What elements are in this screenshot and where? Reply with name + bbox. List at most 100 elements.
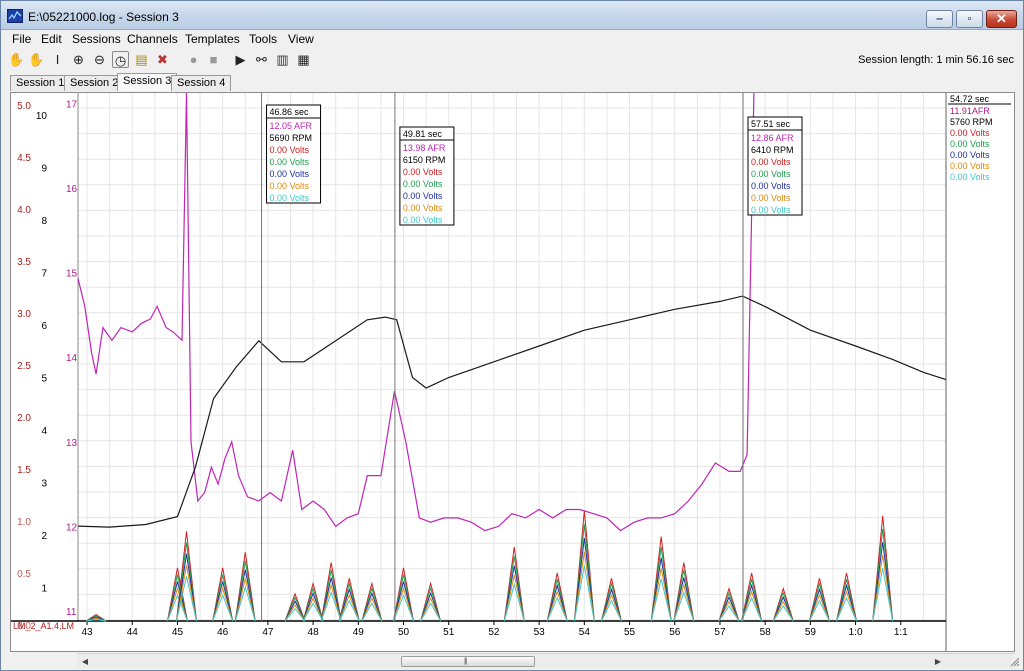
binoculars-icon[interactable]: ⚯ [253, 51, 270, 68]
scrollbar-thumb[interactable]: ||| [401, 656, 535, 667]
x-axis-tick-label: 59 [805, 627, 817, 638]
record-icon[interactable]: ● [185, 51, 202, 68]
x-axis-tick-label: 45 [172, 627, 184, 638]
text-cursor-icon[interactable]: I [49, 51, 66, 68]
x-axis-tick-label: 52 [488, 627, 500, 638]
y-axis-rpm-tick: 6 [41, 321, 47, 332]
tab-session-1[interactable]: Session 1 [10, 75, 71, 91]
y-axis-rpm-tick: 10 [36, 111, 48, 122]
x-axis-tick-label: 1:1 [894, 627, 908, 638]
maximize-icon: ▫ [967, 13, 972, 25]
menu-file[interactable]: File [12, 32, 31, 46]
x-axis-tick-label: 58 [760, 627, 772, 638]
minimize-icon: ‒ [936, 13, 943, 25]
horizontal-scrollbar[interactable]: ◀ ||| ▶ [77, 653, 1015, 668]
x-axis-channel-label: LM_2_A1.4,LM [13, 621, 74, 631]
y-axis-afr-tick: 15 [66, 269, 78, 280]
y-axis-volts-tick: 3.0 [17, 309, 31, 320]
menu-tools[interactable]: Tools [249, 32, 277, 46]
cursor-time-label: 46.86 sec [270, 107, 310, 117]
menu-sessions[interactable]: Sessions [72, 32, 121, 46]
legend-item: 0.00 Volts [950, 161, 990, 171]
scroll-right-icon[interactable]: ▶ [932, 656, 944, 667]
cursor-reading: 0.00 Volts [403, 215, 443, 225]
play-icon[interactable]: ▶ [232, 51, 249, 68]
y-axis-rpm-tick: 1 [41, 584, 47, 595]
tab-session-2[interactable]: Session 2 [64, 75, 125, 91]
hand-icon[interactable]: ✋ [8, 51, 25, 68]
session-length-label: Session length: 1 min 56.16 sec [858, 54, 1014, 66]
x-axis-tick-label: 44 [127, 627, 139, 638]
cursor-reading: 0.00 Volts [751, 157, 791, 167]
cursor-reading: 0.00 Volts [403, 167, 443, 177]
legend-item: 0.00 Volts [950, 172, 990, 182]
tab-session-4[interactable]: Session 4 [171, 75, 232, 91]
cross-icon[interactable]: ✖ [154, 51, 171, 68]
title-bar[interactable]: E:\05221000.log - Session 3 ‒ ▫ ✕ [1, 1, 1023, 30]
y-axis-volts-tick: 5.0 [17, 101, 31, 112]
cursor-reading: 0.00 Volts [270, 181, 310, 191]
cursor-reading: 0.00 Volts [270, 169, 310, 179]
y-axis-rpm-tick: 8 [41, 216, 47, 227]
close-button[interactable]: ✕ [986, 10, 1017, 28]
grid-icon[interactable]: ▦ [295, 51, 312, 68]
menu-channels[interactable]: Channels [127, 32, 178, 46]
grip-icon: ||| [464, 658, 468, 665]
y-axis-volts-tick: 2.0 [17, 413, 31, 424]
cursor-reading: 0.00 Volts [403, 179, 443, 189]
menu-edit[interactable]: Edit [41, 32, 62, 46]
minimize-button[interactable]: ‒ [926, 10, 953, 28]
session-tabs: Session 1 Session 2 Session 3 Session 4 [2, 73, 1022, 91]
y-axis-afr-tick: 13 [66, 438, 78, 449]
y-axis-volts-tick: 0.5 [17, 569, 31, 580]
cursor-reading: 6150 RPM [403, 155, 446, 165]
chart-plot-area[interactable]: 5.0 4.5 4.0 3.5 3.0 2.5 2.0 1.5 1.0 0.5 0.0 10 9 8 7 6 5… [10, 92, 1015, 652]
application-window: E:\05221000.log - Session 3 ‒ ▫ ✕ File E… [0, 0, 1024, 671]
cursor-reading: 0.00 Volts [751, 205, 791, 215]
y-axis-rpm-tick: 7 [41, 269, 47, 280]
menu-view[interactable]: View [288, 32, 314, 46]
tab-session-3[interactable]: Session 3 [117, 73, 178, 91]
cursor-time-label: 49.81 sec [403, 129, 443, 139]
y-axis-afr-tick: 12 [66, 522, 78, 533]
cursor-reading: 0.00 Volts [751, 193, 791, 203]
x-axis-tick-label: 50 [398, 627, 410, 638]
x-axis-tick-label: 47 [262, 627, 274, 638]
cursor-time-label: 57.51 sec [751, 119, 791, 129]
window-title: E:\05221000.log - Session 3 [28, 10, 179, 24]
cursor-reading: 0.00 Volts [270, 193, 310, 203]
stopwatch-icon[interactable]: ◷ [112, 51, 129, 68]
note-icon[interactable]: ▤ [133, 51, 150, 68]
y-axis-volts-tick: 3.5 [17, 257, 31, 268]
volts-spike-mark [650, 557, 672, 622]
cursor-reading: 12.86 AFR [751, 133, 794, 143]
cursor-reading: 12.05 AFR [270, 121, 313, 131]
scroll-left-icon[interactable]: ◀ [79, 656, 91, 667]
cursor-reading: 13.98 AFR [403, 143, 446, 153]
cursor-reading: 5690 RPM [270, 133, 313, 143]
legend-item: 11.91AFR [950, 106, 990, 116]
volts-spike-mark [872, 541, 894, 622]
y-axis-rpm-tick: 9 [41, 164, 47, 175]
menu-templates[interactable]: Templates [185, 32, 240, 46]
stop-icon[interactable]: ■ [205, 51, 222, 68]
cursor-reading: 0.00 Volts [403, 203, 443, 213]
hand-alt-icon[interactable]: ✋ [28, 51, 45, 68]
y-axis-rpm-tick: 4 [41, 426, 47, 437]
zoom-out-icon[interactable]: ⊖ [91, 51, 108, 68]
chart-icon[interactable]: ▥ [274, 51, 291, 68]
cursor-reading: 0.00 Volts [270, 145, 310, 155]
x-axis-tick-label: 46 [217, 627, 229, 638]
app-icon [7, 9, 23, 23]
zoom-in-icon[interactable]: ⊕ [70, 51, 87, 68]
volts-spike-mark [503, 565, 525, 622]
y-axis-afr-tick: 17 [66, 99, 78, 110]
x-axis-tick-label: 1:0 [849, 627, 863, 638]
x-axis-tick-label: 49 [353, 627, 365, 638]
maximize-button[interactable]: ▫ [956, 10, 983, 28]
y-axis-rpm-tick: 5 [41, 374, 47, 385]
chart-svg[interactable]: 5.04.54.03.53.02.52.01.51.00.50.01098765… [11, 93, 1014, 651]
y-axis-afr-tick: 14 [66, 353, 78, 364]
resize-grip-icon[interactable] [1010, 657, 1020, 667]
y-axis-volts-tick: 1.0 [17, 517, 31, 528]
